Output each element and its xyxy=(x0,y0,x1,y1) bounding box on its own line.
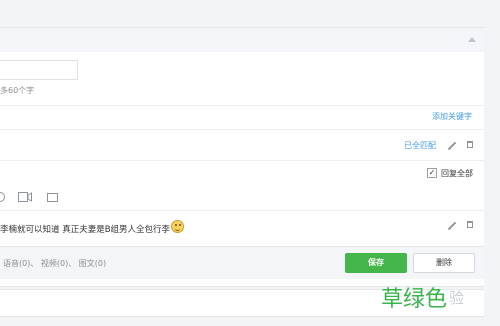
collapse-up-icon[interactable] xyxy=(468,37,476,42)
top-area xyxy=(0,0,500,27)
image-icon[interactable] xyxy=(47,193,58,202)
rule-name-input[interactable] xyxy=(0,60,78,80)
divider xyxy=(0,105,484,106)
add-keyword-link[interactable]: 添加关键字 xyxy=(432,111,472,122)
reply-text: 李楠就可以知道 真正夫妻是B组男人全包行李 xyxy=(0,225,171,235)
right-margin xyxy=(484,27,500,326)
trash-icon[interactable] xyxy=(467,141,473,148)
video-icon[interactable] xyxy=(18,192,32,202)
divider xyxy=(0,160,484,161)
pencil-icon[interactable] xyxy=(447,141,457,151)
save-button[interactable]: 保存 xyxy=(345,253,407,273)
reply-all-checkbox[interactable]: ✓ xyxy=(427,168,437,178)
divider xyxy=(0,210,484,211)
voice-icon[interactable] xyxy=(0,192,5,202)
smile-emoji-icon xyxy=(171,220,184,233)
rule-footer: 语音(0)、 视频(0)、 图文(0) 保存 删除 xyxy=(0,246,484,279)
watermark-text: 草绿色 xyxy=(381,287,448,312)
watermark-gray-text: 验 xyxy=(449,289,465,307)
char-limit-hint: 多60个字 xyxy=(0,86,35,95)
reply-all-label: 回复全部 xyxy=(441,169,473,178)
delete-button[interactable]: 删除 xyxy=(413,253,475,273)
media-stats: 语音(0)、 视频(0)、 图文(0) xyxy=(3,259,107,268)
pencil-icon[interactable] xyxy=(447,221,457,231)
match-mode-link[interactable]: 已全匹配 xyxy=(404,140,436,151)
rule-header[interactable] xyxy=(0,27,484,53)
divider xyxy=(0,129,484,130)
trash-icon[interactable] xyxy=(467,221,473,228)
